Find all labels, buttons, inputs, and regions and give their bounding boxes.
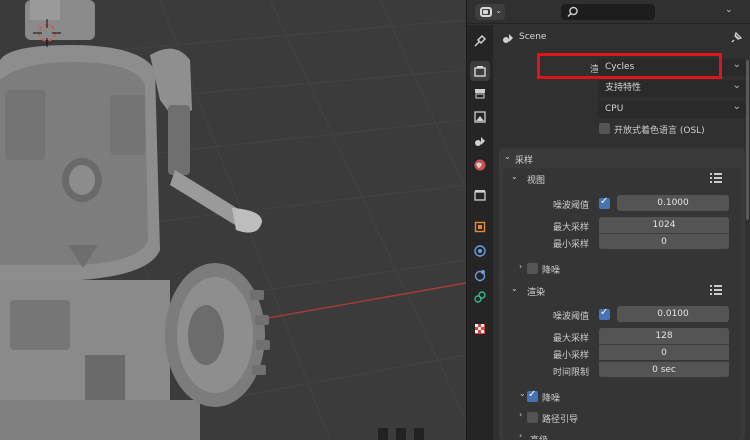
highlight-box bbox=[537, 53, 722, 79]
r-min-samples-field[interactable]: 0 bbox=[599, 344, 729, 360]
search-icon bbox=[567, 6, 578, 18]
path-guiding-label[interactable]: 路径引导 bbox=[542, 412, 578, 425]
vp-max-samples-label: 最大采样 bbox=[552, 223, 589, 233]
context-name: Scene bbox=[519, 32, 547, 42]
r-denoise-label[interactable]: 降噪 bbox=[542, 391, 560, 404]
r-noise-threshold-checkbox[interactable] bbox=[599, 307, 610, 320]
chevron-down-icon[interactable]: ⌄ bbox=[511, 172, 518, 181]
chevron-right-icon[interactable]: › bbox=[519, 262, 522, 271]
device-dropdown[interactable]: CPU bbox=[598, 98, 746, 118]
constraint-icon bbox=[474, 291, 486, 303]
r-max-samples-label: 最大采样 bbox=[552, 334, 589, 344]
vp-denoise-label[interactable]: 降噪 bbox=[542, 263, 560, 276]
editor-type-button[interactable]: ⌄ bbox=[475, 4, 505, 20]
modifier-icon bbox=[474, 245, 486, 257]
vp-noise-threshold-label: 噪波阈值 bbox=[552, 201, 589, 211]
scrollbar[interactable] bbox=[746, 60, 749, 220]
tool-icon bbox=[474, 34, 487, 47]
search-input[interactable] bbox=[561, 4, 655, 20]
viewport-scene bbox=[0, 0, 466, 440]
vp-min-samples-field[interactable]: 0 bbox=[599, 233, 729, 249]
r-min-samples-label: 最小采样 bbox=[552, 351, 589, 361]
collection-icon bbox=[474, 190, 486, 201]
3d-viewport[interactable] bbox=[0, 0, 466, 440]
viewport-title[interactable]: 视图 bbox=[527, 173, 545, 186]
tab-world[interactable] bbox=[470, 155, 490, 175]
chevron-right-icon[interactable]: › bbox=[519, 431, 522, 440]
tab-view-layer[interactable] bbox=[470, 107, 490, 127]
list-icon[interactable] bbox=[709, 284, 723, 296]
tab-object[interactable] bbox=[470, 217, 490, 237]
r-denoise-checkbox[interactable] bbox=[527, 389, 538, 402]
texture-icon bbox=[475, 324, 485, 334]
properties-tabs bbox=[467, 25, 493, 440]
world-icon bbox=[474, 159, 486, 171]
view-layer-icon bbox=[474, 111, 486, 123]
advanced-label[interactable]: 高级 bbox=[530, 433, 548, 440]
scene-tab-icon bbox=[475, 137, 485, 146]
tab-render[interactable] bbox=[470, 61, 490, 81]
object-icon bbox=[474, 221, 486, 233]
output-icon bbox=[475, 89, 485, 99]
vp-min-samples-label: 最小采样 bbox=[552, 240, 589, 250]
tab-output[interactable] bbox=[470, 83, 490, 103]
properties-content: Scene 渲染引擎 Cycles 特性集 支持特性 设备 CPU 开放式着色语… bbox=[494, 25, 750, 440]
tab-modifier[interactable] bbox=[470, 241, 490, 261]
r-time-limit-field[interactable]: 0 sec bbox=[599, 361, 729, 377]
feature-set-dropdown[interactable]: 支持特性 bbox=[598, 77, 746, 97]
vp-noise-threshold-field[interactable]: 0.1000 bbox=[617, 195, 729, 211]
osl-checkbox[interactable] bbox=[599, 123, 610, 134]
tab-tool[interactable] bbox=[470, 31, 490, 51]
properties-header: ⌄ ⌄ bbox=[467, 0, 750, 24]
render-title[interactable]: 渲染 bbox=[527, 285, 545, 298]
chevron-down-icon[interactable]: ⌄ bbox=[519, 389, 526, 398]
tab-texture[interactable] bbox=[470, 319, 490, 339]
vp-denoise-checkbox[interactable] bbox=[527, 263, 538, 274]
options-chevron-icon[interactable]: ⌄ bbox=[725, 5, 733, 15]
physics-icon bbox=[474, 270, 486, 282]
chevron-down-icon[interactable]: ⌄ bbox=[511, 284, 518, 293]
scene-icon bbox=[503, 34, 513, 43]
pin-icon[interactable] bbox=[730, 30, 744, 44]
device-value: CPU bbox=[605, 104, 624, 114]
r-noise-threshold-field[interactable]: 0.0100 bbox=[617, 306, 729, 322]
chevron-right-icon[interactable]: › bbox=[519, 410, 522, 419]
sampling-title[interactable]: 采样 bbox=[515, 153, 533, 166]
path-guiding-checkbox[interactable] bbox=[527, 412, 538, 423]
render-icon bbox=[474, 66, 486, 77]
tab-physics[interactable] bbox=[470, 265, 490, 285]
list-icon[interactable] bbox=[709, 172, 723, 184]
editor-type-icon bbox=[480, 7, 492, 17]
vp-noise-threshold-checkbox[interactable] bbox=[599, 196, 610, 209]
tab-constraint[interactable] bbox=[470, 287, 490, 307]
r-noise-threshold-label: 噪波阈值 bbox=[552, 312, 589, 322]
r-time-limit-label: 时间限制 bbox=[552, 368, 589, 378]
tab-collection[interactable] bbox=[470, 185, 490, 205]
chevron-down-icon: ⌄ bbox=[495, 6, 502, 15]
feature-set-value: 支持特性 bbox=[605, 83, 642, 93]
vp-max-samples-field[interactable]: 1024 bbox=[599, 217, 729, 233]
tab-scene[interactable] bbox=[470, 131, 490, 151]
osl-label: 开放式着色语言 (OSL) bbox=[614, 126, 705, 136]
chevron-down-icon[interactable]: ⌄ bbox=[504, 152, 511, 161]
r-max-samples-field[interactable]: 128 bbox=[599, 328, 729, 344]
